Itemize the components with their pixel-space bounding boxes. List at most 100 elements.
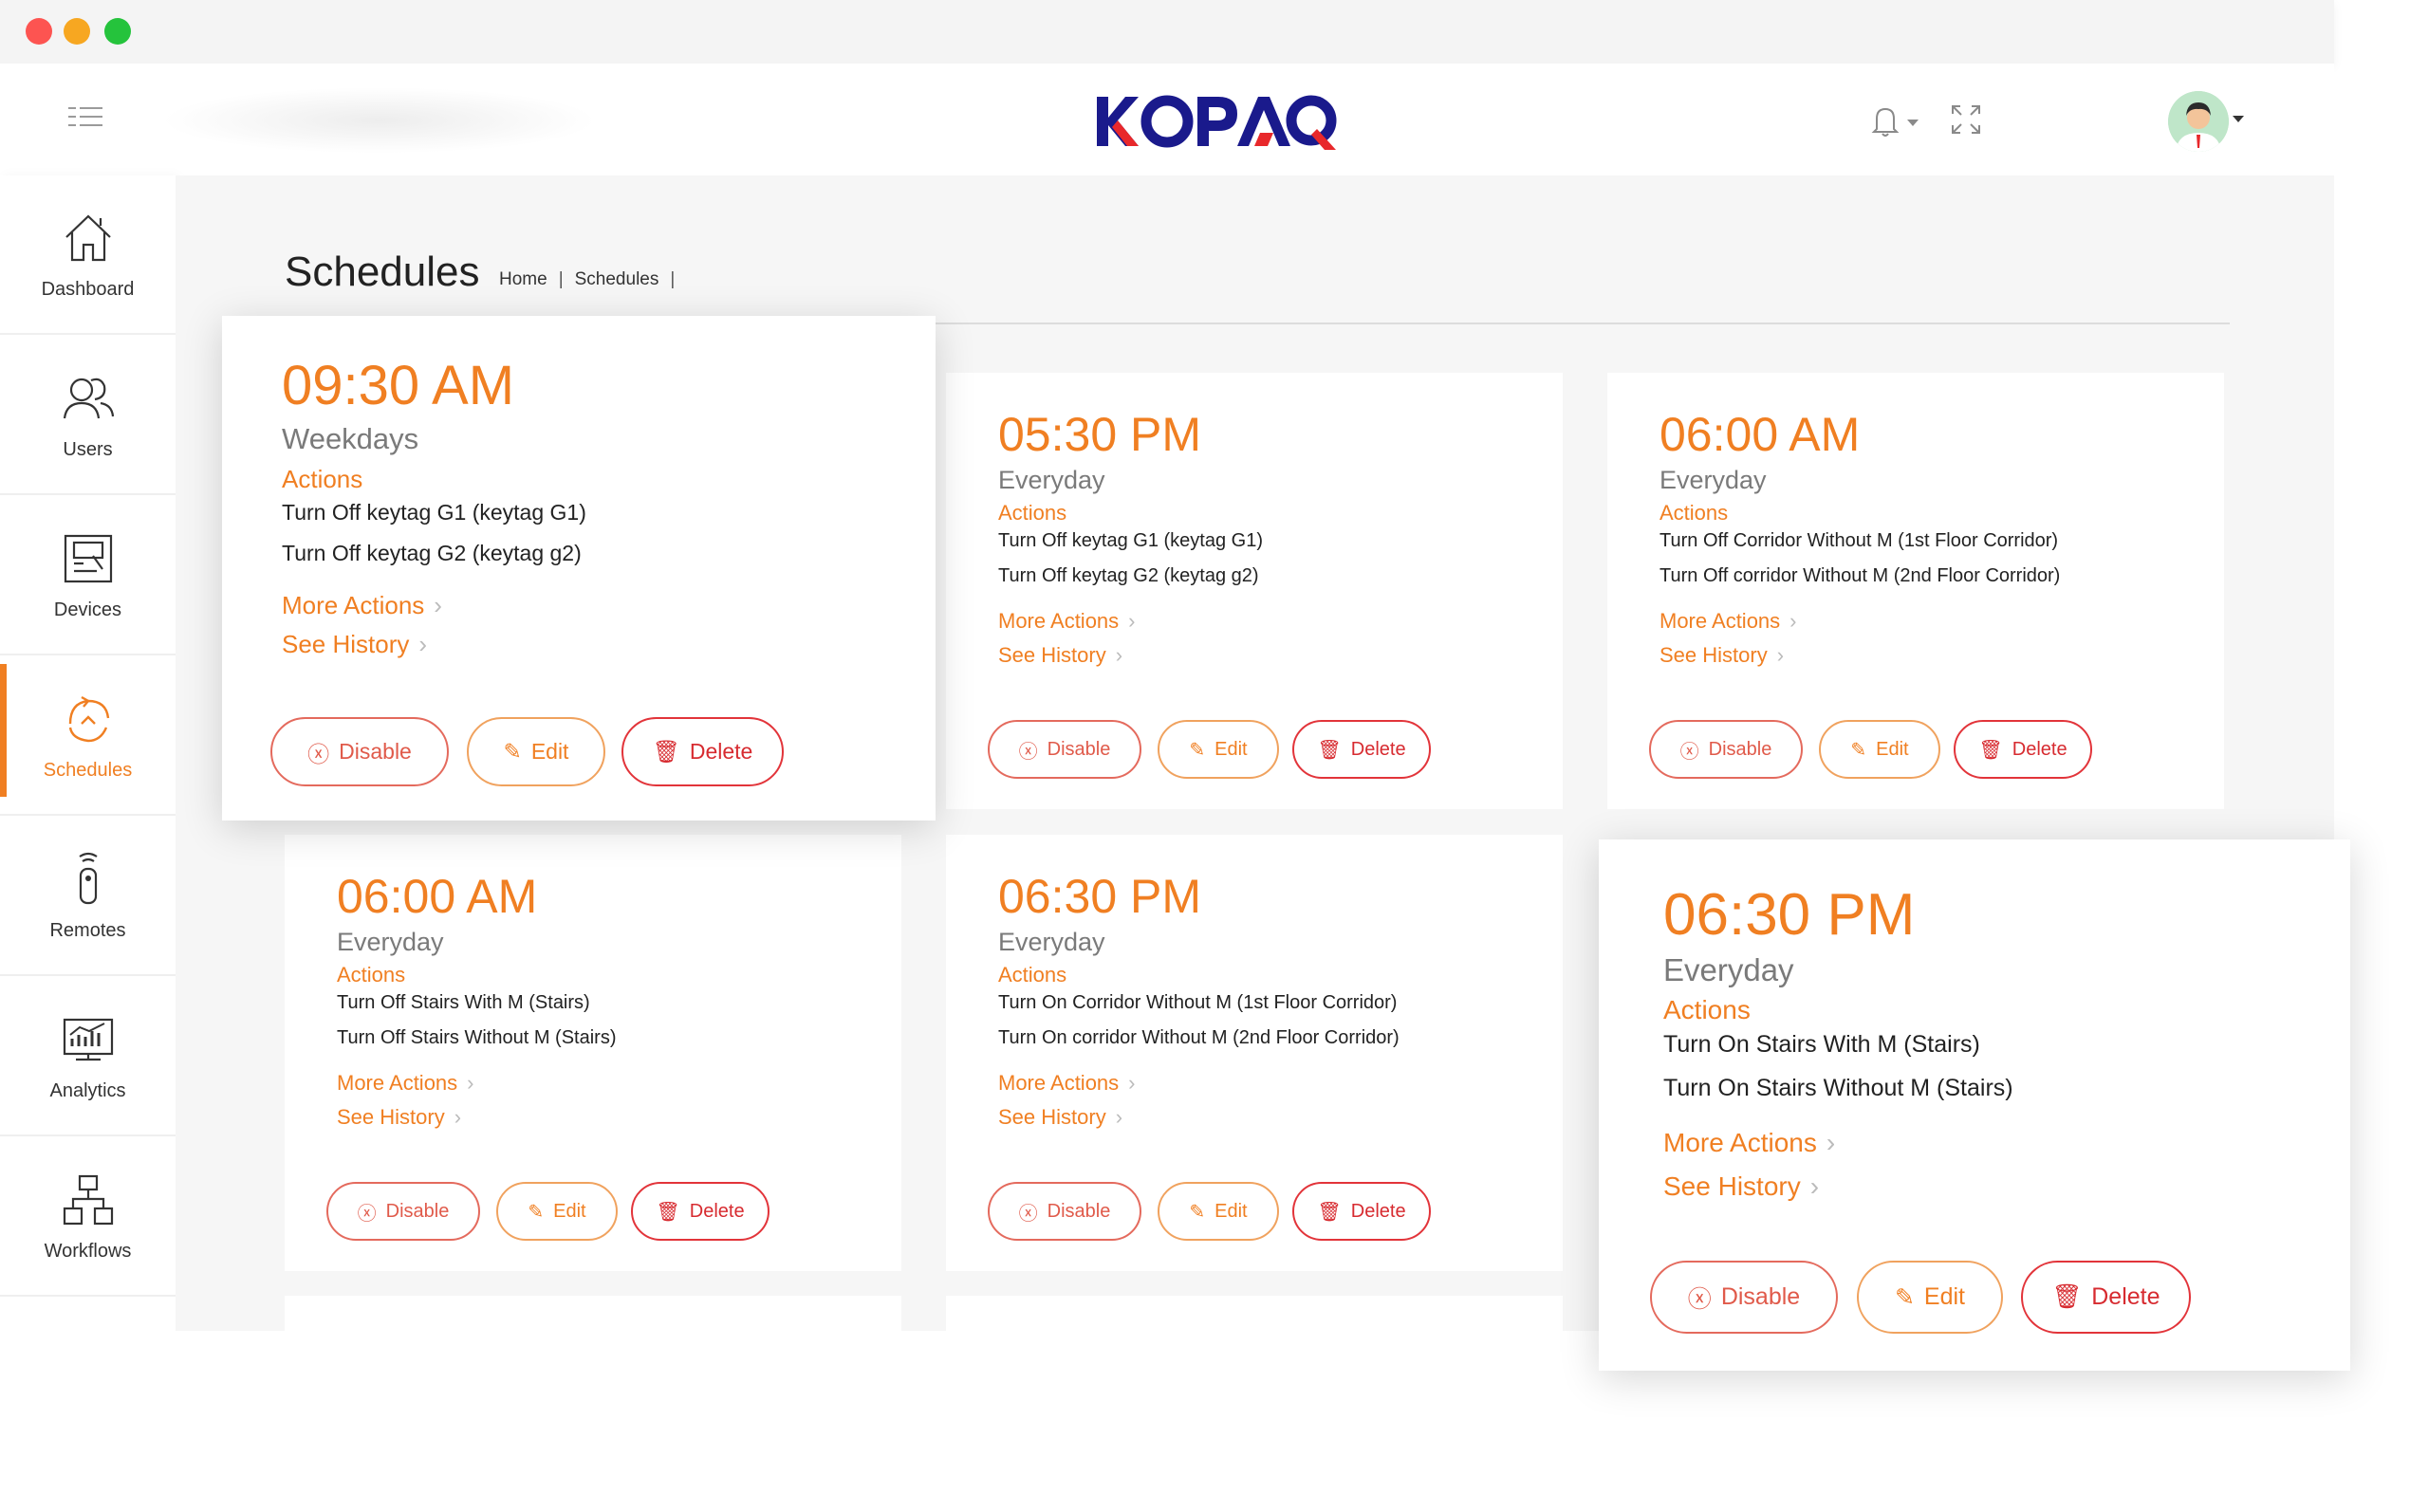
delete-label: Delete [1350,738,1406,760]
avatar[interactable] [2168,91,2229,152]
sidebar-item-remotes[interactable]: Remotes [0,817,176,976]
maximize-window-button[interactable] [104,18,131,45]
more-actions-link[interactable]: More Actions › [337,1071,474,1096]
action-item: Turn On corridor Without M (2nd Floor Co… [998,1027,1400,1048]
schedule-time: 06:30 PM [1663,882,1916,948]
users-icon [63,378,114,418]
menu-toggle-icon[interactable] [68,105,104,128]
see-history-link[interactable]: See History › [1663,1171,1819,1202]
edit-label: Edit [1923,1283,1966,1310]
sidebar-item-users[interactable]: Users [0,336,176,495]
breadcrumb-separator: | [558,269,564,289]
sidebar-item-devices[interactable]: Devices [0,496,176,655]
edit-button[interactable]: ✎ Edit [1819,720,1940,779]
actions-heading: Actions [1663,995,1751,1024]
sidebar-item-workflows[interactable]: Workflows [0,1137,176,1297]
edit-button[interactable]: ✎ Edit [1158,720,1279,779]
schedule-card-highlighted: 06:30 PM Everyday Actions Turn On Stairs… [1599,839,2350,1371]
minimize-window-button[interactable] [64,18,90,45]
delete-label: Delete [1350,1200,1406,1222]
trash-icon: 🗑 [1317,1201,1342,1223]
action-item: Turn Off keytag G1 (keytag G1) [282,500,586,525]
delete-button[interactable]: 🗑 Delete [631,1182,769,1241]
breadcrumb: Home | Schedules | [499,269,675,290]
edit-button[interactable]: ✎ Edit [1857,1261,2003,1334]
breadcrumb-home[interactable]: Home [499,269,547,290]
more-actions-link[interactable]: More Actions › [998,609,1136,634]
schedule-frequency: Everyday [1660,466,1767,494]
bell-icon[interactable] [1865,104,1922,138]
schedule-card: 06:30 PM Everyday Actions Turn On Corrid… [946,835,1563,1271]
action-item: Turn On Stairs Without M (Stairs) [1663,1075,2013,1101]
disable-button[interactable]: ⓧ Disable [1649,720,1803,779]
device-icon [64,534,112,582]
see-history-link[interactable]: See History › [337,1105,461,1130]
actions-heading: Actions [1660,501,1729,525]
see-history-link[interactable]: See History › [998,643,1122,668]
disable-button[interactable]: ⓧ Disable [1650,1261,1838,1334]
circle-x-icon: ⓧ [1679,741,1699,763]
disable-button[interactable]: ⓧ Disable [988,720,1141,779]
header-blurred-region [161,87,598,154]
avatar-caret-icon[interactable] [2233,116,2244,122]
edit-label: Edit [1214,1200,1248,1222]
window-titlebar [0,0,2334,64]
home-icon [65,213,111,261]
schedule-time: 06:00 AM [337,870,538,923]
action-item: Turn Off Stairs With M (Stairs) [337,992,590,1013]
edit-button[interactable]: ✎ Edit [1158,1182,1279,1241]
chevron-right-icon: › [418,630,428,658]
delete-button[interactable]: 🗑 Delete [2021,1261,2191,1334]
sidebar-item-schedules[interactable]: Schedules [0,656,176,816]
schedule-frequency: Everyday [998,466,1105,494]
more-actions-label: More Actions [998,609,1120,633]
delete-button[interactable]: 🗑 Delete [1292,1182,1431,1241]
chevron-right-icon: › [1128,1071,1136,1095]
circle-x-icon: ⓧ [1687,1285,1712,1313]
delete-button[interactable]: 🗑 Delete [1954,720,2092,779]
more-actions-link[interactable]: More Actions › [282,591,442,620]
action-item: Turn Off Corridor Without M (1st Floor C… [1660,530,2059,551]
schedule-card: 06:00 AM Everyday Actions Turn Off Stair… [285,835,901,1271]
sidebar-item-dashboard[interactable]: Dashboard [0,175,176,335]
actions-heading: Actions [282,465,363,493]
edit-label: Edit [530,739,569,764]
schedule-frequency: Weekdays [282,422,419,455]
expand-icon[interactable] [1950,103,1982,136]
schedule-time: 06:30 PM [998,870,1202,923]
analytics-icon [63,1018,113,1060]
delete-button[interactable]: 🗑 Delete [1292,720,1431,779]
see-history-link[interactable]: See History › [282,630,427,659]
schedule-card: 05:30 PM Everyday Actions Turn Off keyta… [946,373,1563,809]
trash-icon: 🗑 [2051,1283,2083,1310]
breadcrumb-schedules[interactable]: Schedules [575,269,659,290]
app-header [0,64,2334,175]
more-actions-link[interactable]: More Actions › [998,1071,1136,1096]
edit-button[interactable]: ✎ Edit [467,717,605,786]
delete-button[interactable]: 🗑 Delete [621,717,784,786]
chevron-right-icon: › [1115,1105,1123,1129]
pencil-icon: ✎ [1189,739,1206,761]
edit-label: Edit [1876,738,1909,760]
edit-button[interactable]: ✎ Edit [496,1182,618,1241]
circle-x-icon: ⓧ [357,1203,377,1225]
close-window-button[interactable] [26,18,52,45]
app-window: Dashboard Users Devices Schedules Remote… [0,0,2429,1512]
see-history-link[interactable]: See History › [998,1105,1122,1130]
actions-heading: Actions [337,963,406,986]
kopaq-logo [1044,83,1385,158]
more-actions-link[interactable]: More Actions › [1663,1128,1835,1158]
chevron-right-icon: › [467,1071,474,1095]
header-divider [920,323,2230,324]
disable-button[interactable]: ⓧ Disable [326,1182,480,1241]
action-item: Turn Off Stairs Without M (Stairs) [337,1027,617,1048]
more-actions-link[interactable]: More Actions › [1660,609,1797,634]
see-history-link[interactable]: See History › [1660,643,1784,668]
workflow-icon [63,1174,113,1225]
disable-button[interactable]: ⓧ Disable [270,717,449,786]
action-item: Turn Off keytag G2 (keytag g2) [998,565,1259,586]
more-actions-label: More Actions [1663,1128,1817,1157]
sidebar-item-analytics[interactable]: Analytics [0,977,176,1136]
disable-button[interactable]: ⓧ Disable [988,1182,1141,1241]
edit-label: Edit [1214,738,1248,760]
